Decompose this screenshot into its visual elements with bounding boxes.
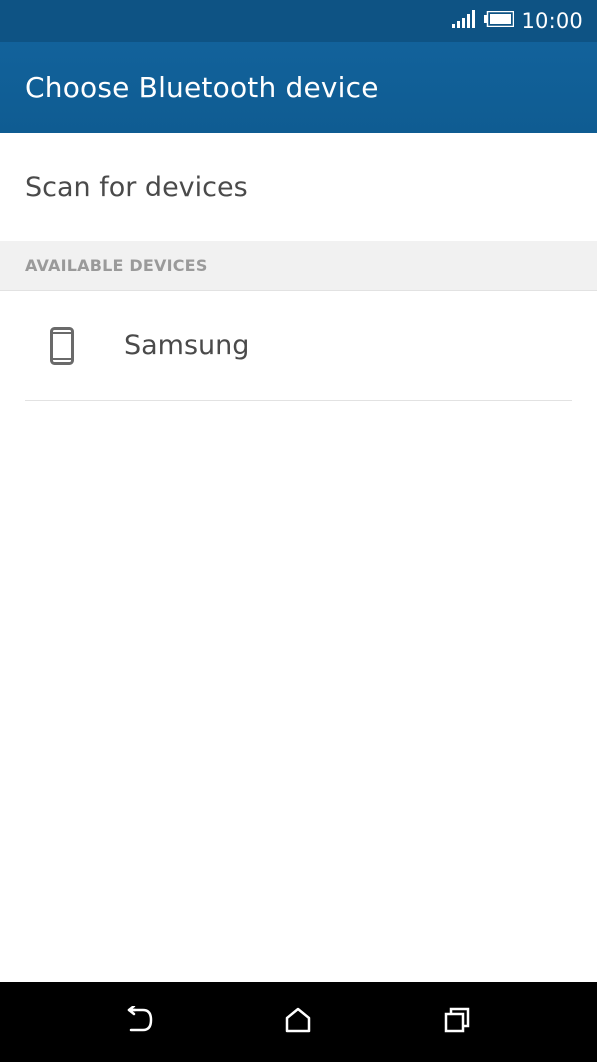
- device-divider: [25, 400, 572, 401]
- app-bar: Choose Bluetooth device: [0, 42, 597, 133]
- available-devices-header: AVAILABLE DEVICES: [0, 241, 597, 291]
- battery-icon: [484, 10, 515, 31]
- back-button[interactable]: [119, 1002, 159, 1042]
- status-clock: 10:00: [521, 9, 583, 33]
- recents-button[interactable]: [437, 1002, 477, 1042]
- device-item-samsung[interactable]: Samsung: [0, 291, 597, 400]
- recents-icon: [443, 1006, 471, 1038]
- scan-for-devices-button[interactable]: Scan for devices: [0, 133, 597, 241]
- scan-for-devices-label: Scan for devices: [25, 171, 248, 203]
- back-icon: [123, 1004, 155, 1038]
- bluetooth-device-chooser-screen: 10:00 Choose Bluetooth device Scan for d…: [0, 0, 597, 1062]
- home-icon: [284, 1006, 312, 1038]
- navigation-bar: [0, 982, 597, 1062]
- device-name: Samsung: [124, 330, 250, 361]
- status-bar: 10:00: [0, 0, 597, 42]
- page-title: Choose Bluetooth device: [25, 71, 379, 104]
- phone-icon: [0, 326, 124, 365]
- signal-icon: [452, 10, 476, 32]
- home-button[interactable]: [278, 1002, 318, 1042]
- available-devices-label: AVAILABLE DEVICES: [25, 256, 208, 275]
